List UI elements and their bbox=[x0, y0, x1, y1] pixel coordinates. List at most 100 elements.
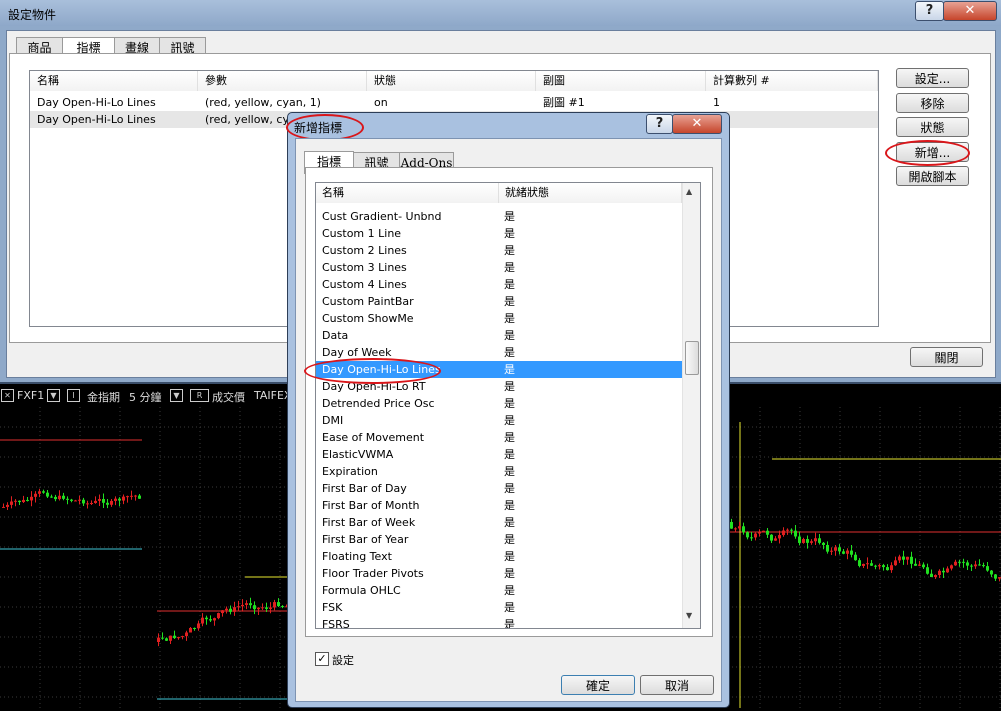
list-item[interactable]: Day Open-Hi-Lo RT 是 bbox=[316, 378, 682, 395]
list-item[interactable]: FSK 是 bbox=[316, 599, 682, 616]
ok-button[interactable]: 確定 bbox=[561, 675, 635, 695]
candle bbox=[110, 500, 113, 505]
chart-field: 成交價 bbox=[212, 391, 245, 404]
candle bbox=[782, 530, 785, 536]
close-button[interactable]: ✕ bbox=[672, 114, 722, 134]
candle bbox=[221, 610, 224, 614]
column-header-status[interactable]: 狀態 bbox=[367, 71, 536, 91]
scroll-up-icon[interactable]: ▲ bbox=[686, 187, 692, 196]
list-item[interactable]: Floating Text 是 bbox=[316, 548, 682, 565]
candle bbox=[906, 556, 909, 560]
scroll-down-icon[interactable]: ▼ bbox=[686, 611, 692, 620]
settings-button[interactable]: 設定... bbox=[896, 68, 969, 88]
list-item[interactable]: Custom PaintBar 是 bbox=[316, 293, 682, 310]
candle bbox=[834, 547, 837, 551]
candle bbox=[826, 544, 829, 552]
list-item[interactable]: DMI 是 bbox=[316, 412, 682, 429]
list-item[interactable]: First Bar of Month 是 bbox=[316, 497, 682, 514]
list-item[interactable]: Custom 1 Line 是 bbox=[316, 225, 682, 242]
list-item[interactable]: Day of Week 是 bbox=[316, 344, 682, 361]
close-dialog-button[interactable]: 關閉 bbox=[910, 347, 983, 367]
dropdown-icon[interactable]: ▼ bbox=[47, 389, 60, 402]
list-item-name: Custom 1 Line bbox=[322, 227, 402, 240]
list-item[interactable]: First Bar of Day 是 bbox=[316, 480, 682, 497]
settings-checkbox[interactable]: ✓ bbox=[315, 652, 329, 666]
list-item-status: 是 bbox=[504, 482, 515, 495]
list-item[interactable]: FSRS 是 bbox=[316, 616, 682, 629]
column-header-data-series[interactable]: 計算數列 # bbox=[706, 71, 878, 91]
candle bbox=[193, 627, 196, 629]
list-item[interactable]: Cust Gradient- Unbnd 是 bbox=[316, 208, 682, 225]
list-item[interactable]: Floor Trader Pivots 是 bbox=[316, 565, 682, 582]
list-item[interactable]: Custom ShowMe 是 bbox=[316, 310, 682, 327]
close-icon[interactable]: ✕ bbox=[1, 389, 14, 402]
list-item-name: Floating Text bbox=[322, 550, 392, 563]
open-script-button[interactable]: 開啟腳本 bbox=[896, 166, 969, 186]
column-header-subgraph[interactable]: 副圖 bbox=[536, 71, 706, 91]
list-item[interactable]: First Bar of Year 是 bbox=[316, 531, 682, 548]
list-item[interactable]: Custom 3 Lines 是 bbox=[316, 259, 682, 276]
dropdown-icon[interactable]: I bbox=[67, 389, 80, 402]
close-button[interactable]: ✕ bbox=[943, 1, 997, 21]
chart-exchange: TAIFEX bbox=[254, 389, 292, 402]
list-item-name: FSRS bbox=[322, 618, 350, 629]
list-item-name: First Bar of Year bbox=[322, 533, 409, 546]
chart-symbol-name: 金指期 bbox=[87, 391, 120, 404]
list-item[interactable]: ElasticVWMA 是 bbox=[316, 446, 682, 463]
candle bbox=[165, 638, 168, 641]
list-item-name: Ease of Movement bbox=[322, 431, 425, 444]
add-button[interactable]: 新增... bbox=[896, 142, 969, 162]
list-item-status: 是 bbox=[504, 363, 515, 376]
cancel-button[interactable]: 取消 bbox=[640, 675, 714, 695]
help-button[interactable]: ? bbox=[646, 114, 673, 134]
candle bbox=[2, 506, 5, 508]
candle bbox=[58, 495, 61, 500]
candle bbox=[982, 565, 985, 567]
list-item[interactable]: Custom 2 Lines 是 bbox=[316, 242, 682, 259]
column-header-name[interactable]: 名稱 bbox=[316, 183, 499, 203]
candle bbox=[50, 496, 53, 498]
candle bbox=[870, 563, 873, 566]
candle bbox=[241, 604, 244, 607]
candle bbox=[738, 526, 741, 529]
column-header-ready-status[interactable]: 就緒狀態 bbox=[499, 183, 682, 203]
column-header-name[interactable]: 名稱 bbox=[30, 71, 198, 91]
title-bar[interactable]: 新增指標 ? ✕ bbox=[288, 113, 729, 137]
table-cell: on bbox=[374, 96, 388, 109]
candle bbox=[177, 637, 180, 639]
list-item[interactable]: Detrended Price Osc 是 bbox=[316, 395, 682, 412]
status-button[interactable]: 狀態 bbox=[896, 117, 969, 137]
candle bbox=[818, 538, 821, 543]
list-item-name: Floor Trader Pivots bbox=[322, 567, 424, 580]
scroll-thumb[interactable] bbox=[685, 341, 699, 375]
candle bbox=[161, 637, 164, 639]
title-bar[interactable]: 設定物件 ? ✕ bbox=[0, 0, 1001, 26]
list-item[interactable]: First Bar of Week 是 bbox=[316, 514, 682, 531]
list-item[interactable]: Expiration 是 bbox=[316, 463, 682, 480]
candle bbox=[954, 561, 957, 566]
column-header-parameters[interactable]: 參數 bbox=[198, 71, 367, 91]
indicator-list[interactable]: 名稱 就緒狀態 Cust Gradient- Unbnd 是 Custom 1 Li… bbox=[315, 182, 701, 629]
remove-button[interactable]: 移除 bbox=[896, 93, 969, 113]
realtime-button[interactable]: R bbox=[190, 389, 209, 402]
candle bbox=[842, 551, 845, 554]
candle bbox=[974, 564, 977, 567]
list-item[interactable]: Formula OHLC 是 bbox=[316, 582, 682, 599]
list-item-status: 是 bbox=[504, 584, 515, 597]
list-item-name: Day of Week bbox=[322, 346, 392, 359]
list-item-name: Cust Gradient- Unbnd bbox=[322, 210, 442, 223]
table-row[interactable]: Day Open-Hi-Lo Lines (red, yellow, cyan,… bbox=[30, 94, 878, 111]
list-item[interactable]: Data 是 bbox=[316, 327, 682, 344]
candle bbox=[970, 565, 973, 567]
help-button[interactable]: ? bbox=[915, 1, 944, 21]
dropdown-icon[interactable]: ▼ bbox=[170, 389, 183, 402]
vertical-scrollbar[interactable]: ▲ ▼ bbox=[682, 183, 700, 628]
candle bbox=[730, 522, 733, 529]
candle bbox=[205, 617, 208, 620]
list-item[interactable]: Custom 4 Lines 是 bbox=[316, 276, 682, 293]
candle bbox=[169, 635, 172, 641]
candle bbox=[786, 529, 789, 531]
candle bbox=[798, 536, 801, 543]
list-item[interactable]: Day Open-Hi-Lo Lines 是 bbox=[316, 361, 682, 378]
list-item[interactable]: Ease of Movement 是 bbox=[316, 429, 682, 446]
